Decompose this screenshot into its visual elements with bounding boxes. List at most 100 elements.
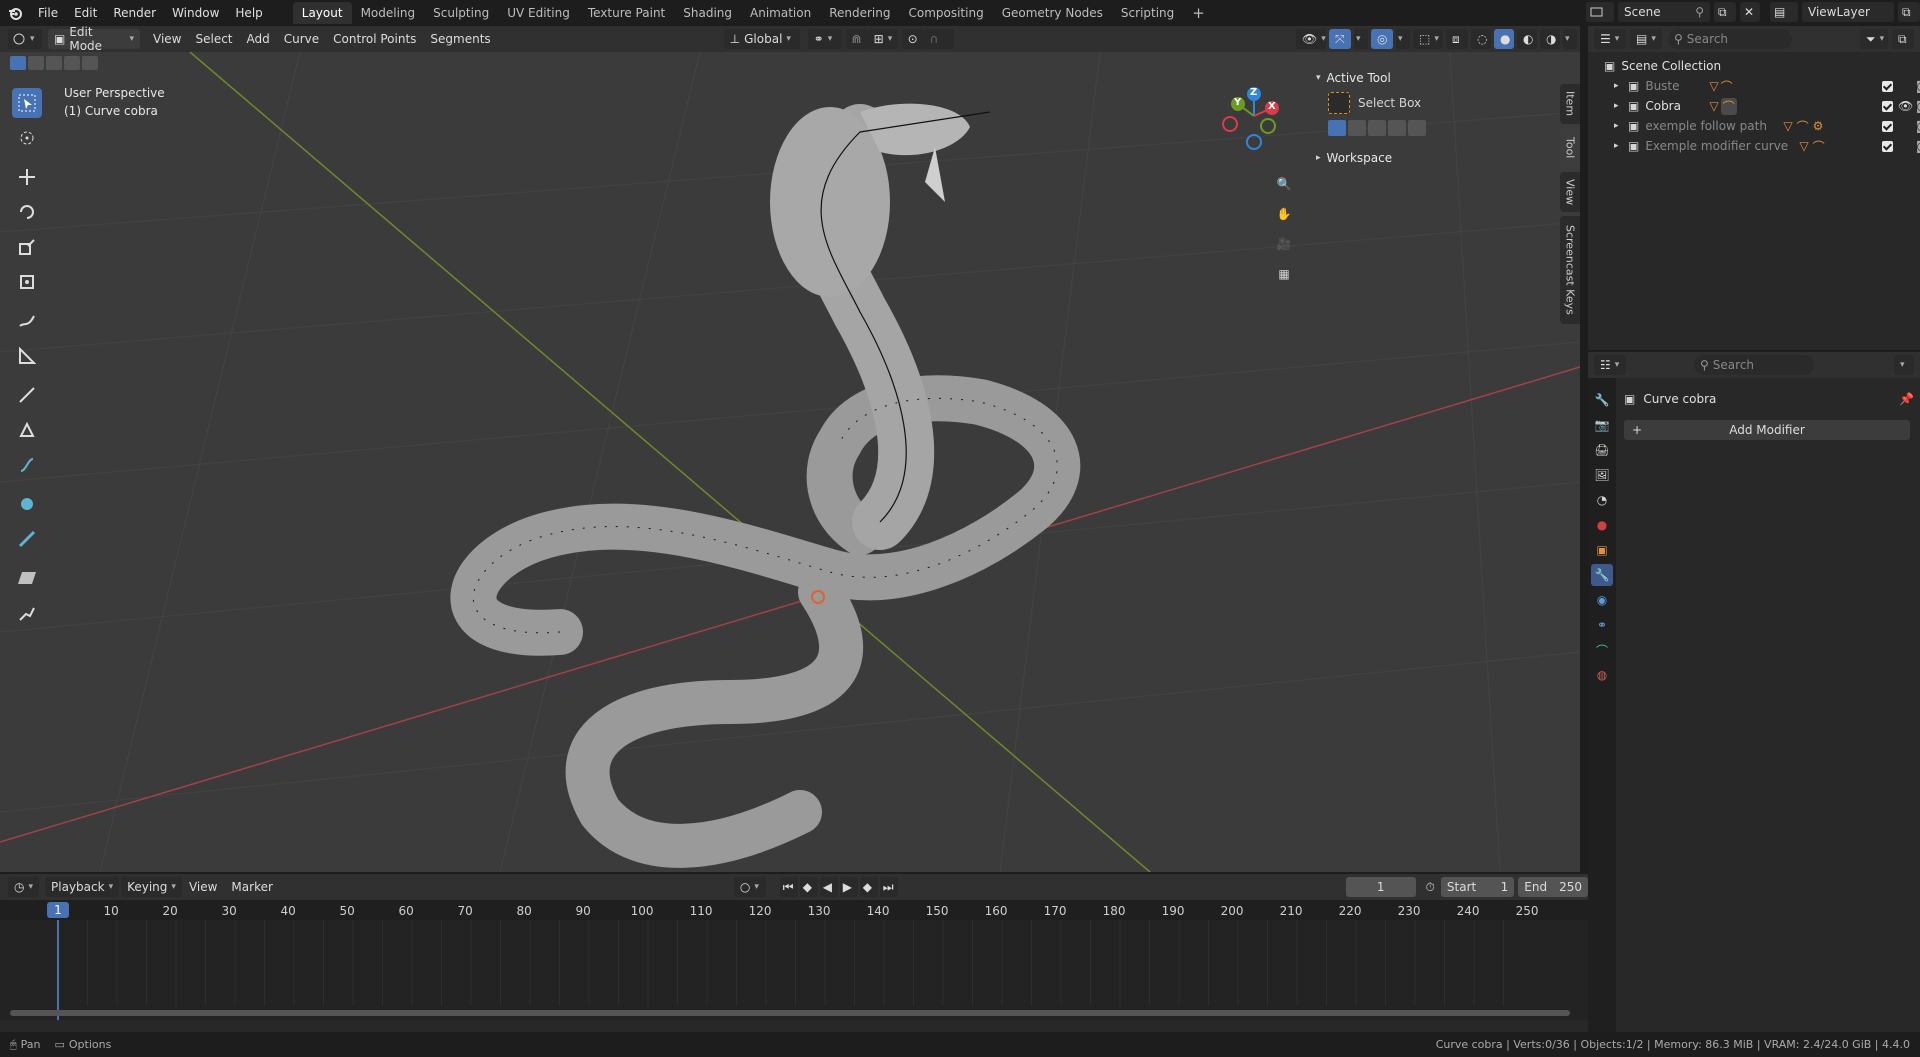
select-new-icon[interactable] xyxy=(10,56,26,70)
tab-sculpting[interactable]: Sculpting xyxy=(424,2,498,24)
playhead-frame-badge[interactable]: 1 xyxy=(47,902,69,918)
3d-viewport[interactable]: User Perspective (1) Curve cobra Z X Y 🔍… xyxy=(0,52,1580,872)
new-scene-icon[interactable]: ⧉ xyxy=(1714,2,1736,22)
shading-dropdown-icon[interactable]: ▾ xyxy=(1563,29,1577,49)
pin-icon[interactable]: 📌 xyxy=(1899,392,1914,406)
menu-add[interactable]: Add xyxy=(240,32,277,46)
new-view-layer-icon[interactable]: ⧉ xyxy=(1898,2,1920,22)
timeline-view-menu[interactable]: View xyxy=(182,880,224,894)
material-shading-icon[interactable]: ◐ xyxy=(1517,29,1537,49)
select-extend-icon[interactable] xyxy=(28,56,44,70)
tilt-tool-icon[interactable] xyxy=(12,524,42,554)
pivot-point-icon[interactable]: ⚭ ▾ xyxy=(807,29,842,49)
exclude-checkbox[interactable] xyxy=(1882,100,1893,112)
marker-menu[interactable]: Marker xyxy=(224,880,279,894)
solid-shading-icon[interactable]: ● xyxy=(1494,29,1514,49)
select-intersect-icon[interactable] xyxy=(82,56,98,70)
mesh-edit-overlay-icon[interactable]: ⬚ ▾ xyxy=(1413,29,1443,49)
pin-icon[interactable]: ⚲ xyxy=(1695,5,1704,19)
tab-modeling[interactable]: Modeling xyxy=(352,2,425,24)
scene-icon[interactable] xyxy=(1586,2,1614,22)
camera-view-icon[interactable]: 🎥 xyxy=(1272,232,1296,256)
proportional-edit-icon[interactable]: ⊙ xyxy=(901,29,924,49)
select-invert-icon[interactable] xyxy=(64,56,80,70)
scene-properties-icon[interactable]: ◔ xyxy=(1591,489,1613,511)
shear-tool-icon[interactable] xyxy=(12,563,42,593)
render-properties-icon[interactable]: 📷 xyxy=(1591,414,1613,436)
outliner-editor-type-icon[interactable]: ☰ ▾ xyxy=(1594,29,1626,49)
blender-logo-icon[interactable] xyxy=(0,0,30,26)
tab-uv-editing[interactable]: UV Editing xyxy=(498,2,579,24)
radius-tool-icon[interactable] xyxy=(12,489,42,519)
output-properties-icon[interactable]: 🖨 xyxy=(1591,439,1613,461)
constraint-properties-icon[interactable]: ⚭ xyxy=(1591,614,1613,636)
view-layer-field[interactable]: ViewLayer xyxy=(1802,2,1894,22)
cursor-tool-icon[interactable] xyxy=(12,123,42,153)
tab-scripting[interactable]: Scripting xyxy=(1112,2,1183,24)
overlay-dropdown-icon[interactable]: ▾ xyxy=(1396,29,1410,49)
snap-target-icon[interactable]: ⊞ ▾ xyxy=(867,29,898,49)
tab-compositing[interactable]: Compositing xyxy=(899,2,992,24)
wireframe-shading-icon[interactable]: ◌ xyxy=(1471,29,1491,49)
material-properties-icon[interactable]: ◍ xyxy=(1591,664,1613,686)
pan-hand-icon[interactable]: ✋ xyxy=(1272,202,1296,226)
select-subtract-icon[interactable] xyxy=(46,56,62,70)
gizmo-dropdown-icon[interactable]: ▾ xyxy=(1354,29,1368,49)
active-tool-row[interactable]: Select Box xyxy=(1316,88,1560,118)
mode-invert-icon[interactable] xyxy=(1388,120,1406,136)
menu-window[interactable]: Window xyxy=(164,0,227,26)
tab-shading[interactable]: Shading xyxy=(674,2,741,24)
tab-rendering[interactable]: Rendering xyxy=(820,2,899,24)
outliner-item-buste[interactable]: ▸ ▣ Buste ▽ ⌒ ◙ xyxy=(1604,76,1920,96)
timeline-tracks[interactable] xyxy=(0,920,1588,1020)
timeline-ruler[interactable]: 10 20 30 40 50 60 70 80 90 100 110 120 130 140 150 160 1… xyxy=(0,900,1588,920)
mode-selector[interactable]: ▣ Edit Mode ▾ xyxy=(48,25,140,53)
camera-icon[interactable]: ◙ xyxy=(1916,119,1920,133)
transform-orientation-dropdown[interactable]: ⊥ Global ▾ xyxy=(723,29,800,49)
tab-geometry-nodes[interactable]: Geometry Nodes xyxy=(993,2,1112,24)
add-workspace-button[interactable]: + xyxy=(1183,2,1214,24)
tool-properties-icon[interactable]: 🔧 xyxy=(1591,389,1613,411)
xray-icon[interactable]: ⧈ xyxy=(1446,29,1468,49)
keying-menu[interactable]: Keying ▾ xyxy=(121,877,182,897)
exclude-checkbox[interactable] xyxy=(1882,140,1893,152)
auto-keying-icon[interactable]: ○ ▾ xyxy=(733,877,766,897)
world-properties-icon[interactable]: ● xyxy=(1591,514,1613,536)
mode-extend-icon[interactable] xyxy=(1348,120,1366,136)
extrude-tool-icon[interactable] xyxy=(12,450,42,480)
outliner-item-follow-path[interactable]: ▸ ▣ exemple follow path ▽ ⌒ ⚙ ◙ xyxy=(1604,116,1920,136)
tab-texture-paint[interactable]: Texture Paint xyxy=(579,2,674,24)
menu-render[interactable]: Render xyxy=(105,0,164,26)
mode-intersect-icon[interactable] xyxy=(1408,120,1426,136)
modifier-properties-icon[interactable]: 🔧 xyxy=(1591,564,1613,586)
snap-icon[interactable]: ⋒ xyxy=(845,29,868,49)
zoom-icon[interactable]: 🔍 xyxy=(1272,172,1296,196)
filter-icon[interactable]: ⏷ ▾ xyxy=(1860,29,1888,49)
menu-control-points[interactable]: Control Points xyxy=(326,32,423,46)
rendered-shading-icon[interactable]: ◑ xyxy=(1540,29,1560,49)
workspace-header[interactable]: ▸ Workspace xyxy=(1316,148,1560,168)
object-properties-icon[interactable]: ▣ xyxy=(1591,539,1613,561)
properties-search-field[interactable]: ⚲ Search xyxy=(1694,355,1814,375)
camera-icon[interactable]: ◙ xyxy=(1916,79,1920,93)
properties-editor-type-icon[interactable]: ☷ ▾ xyxy=(1594,355,1626,375)
annotate-tool-icon[interactable] xyxy=(12,306,42,336)
menu-select[interactable]: Select xyxy=(188,32,239,46)
scene-collection-row[interactable]: ▣ Scene Collection xyxy=(1604,56,1920,76)
exclude-checkbox[interactable] xyxy=(1882,120,1893,132)
play-reverse-icon[interactable]: ◀ xyxy=(819,877,838,897)
transform-tool-icon[interactable] xyxy=(12,267,42,297)
menu-edit[interactable]: Edit xyxy=(66,0,105,26)
menu-segments[interactable]: Segments xyxy=(423,32,497,46)
view-layer-properties-icon[interactable]: 🖼 xyxy=(1591,464,1613,486)
next-keyframe-icon[interactable]: ◆ xyxy=(859,877,878,897)
visibility-icon[interactable]: 👁 ▾ xyxy=(1296,29,1326,49)
prev-keyframe-icon[interactable]: ◆ xyxy=(799,877,818,897)
menu-help[interactable]: Help xyxy=(227,0,270,26)
falloff-icon[interactable]: ∩ xyxy=(923,29,954,49)
menu-file[interactable]: File xyxy=(30,0,66,26)
eye-icon[interactable]: 👁 xyxy=(1898,99,1913,113)
gizmo-icon[interactable]: ⤧ xyxy=(1329,29,1351,49)
navigation-gizmo[interactable]: Z X Y xyxy=(1216,86,1286,156)
current-frame-field[interactable]: 1 xyxy=(1345,877,1416,897)
